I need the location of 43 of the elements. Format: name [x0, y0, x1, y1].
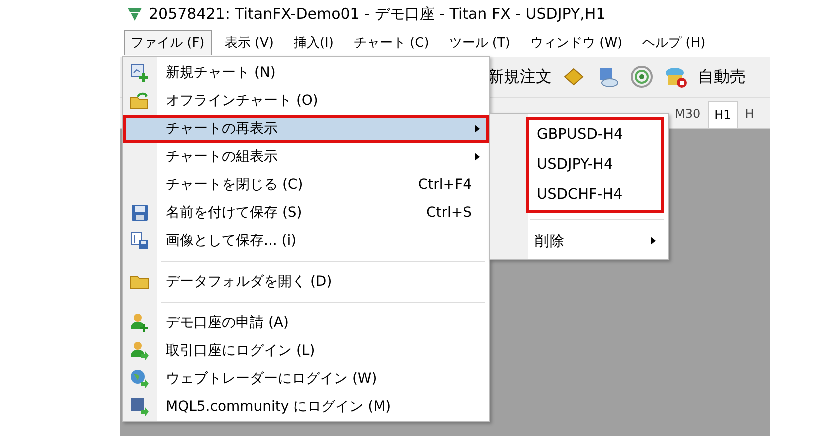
menu-item[interactable]: USDJPY-H4: [529, 150, 661, 180]
menu-bar-item[interactable]: ファイル (F): [124, 30, 212, 55]
menu-item[interactable]: チャートを閉じる (C) Ctrl+F4: [123, 171, 489, 199]
auto-trade-button[interactable]: 自動売: [698, 66, 746, 88]
window-title: 20578421: TitanFX-Demo01 - デモ口座 - Titan FX - USDJPY,H1: [149, 4, 606, 24]
menu-item[interactable]: MQL5.community にログイン (M): [123, 393, 489, 421]
user-arrow-icon: [130, 341, 150, 361]
new-order-button[interactable]: 新規注文: [488, 66, 552, 88]
menu-bar-item[interactable]: チャート (C): [346, 30, 436, 56]
menu-item[interactable]: 名前を付けて保存 (S) Ctrl+S: [123, 199, 489, 227]
chart-plus-icon: [131, 64, 149, 82]
menu-item[interactable]: オフラインチャート (O): [123, 87, 489, 115]
timeframe-tab[interactable]: H1: [708, 101, 738, 128]
menu-item[interactable]: チャートの組表示: [123, 143, 489, 171]
folder-icon: [130, 274, 150, 290]
menu-bar-item[interactable]: ツール (T): [442, 30, 518, 56]
image-floppy-icon: [131, 232, 149, 250]
submenu-arrow-icon: [475, 153, 480, 161]
app-logo-icon: [127, 6, 143, 22]
menu-item[interactable]: 画像として保存... (i): [123, 227, 489, 255]
submenu-arrow-icon: [475, 125, 480, 133]
user-plus-icon: [130, 313, 150, 333]
menu-item[interactable]: 新規チャート (N): [123, 59, 489, 87]
menu-item[interactable]: デモ口座の申請 (A): [123, 309, 489, 337]
menu-item[interactable]: ウェブトレーダーにログイン (W): [123, 365, 489, 393]
menu-item[interactable]: 削除: [490, 226, 668, 256]
folder-arrow-icon: [130, 92, 150, 110]
menu-bar-item[interactable]: ウィンドウ (W): [524, 30, 630, 56]
menu-bar-item[interactable]: 挿入(I): [286, 30, 341, 56]
community-arrow-icon: [130, 397, 150, 417]
globe-arrow-icon: [130, 369, 150, 389]
menu-bar-item[interactable]: ヘルプ (H): [636, 30, 713, 56]
menu-bar-item[interactable]: 表示 (V): [218, 30, 281, 56]
menu-item[interactable]: 取引口座にログイン (L): [123, 337, 489, 365]
timeframe-tab[interactable]: H: [738, 100, 762, 128]
timeframe-tab[interactable]: M30: [668, 100, 708, 128]
menu-item[interactable]: GBPUSD-H4: [529, 120, 661, 150]
robot-stop-icon[interactable]: [664, 65, 688, 89]
menu-item[interactable]: データフォルダを開く (D): [123, 268, 489, 296]
menu-item[interactable]: USDCHF-H4: [529, 180, 661, 210]
submenu-arrow-icon: [651, 237, 656, 245]
menu-item[interactable]: チャートの再表示: [123, 115, 489, 143]
signal-icon[interactable]: [630, 65, 654, 89]
